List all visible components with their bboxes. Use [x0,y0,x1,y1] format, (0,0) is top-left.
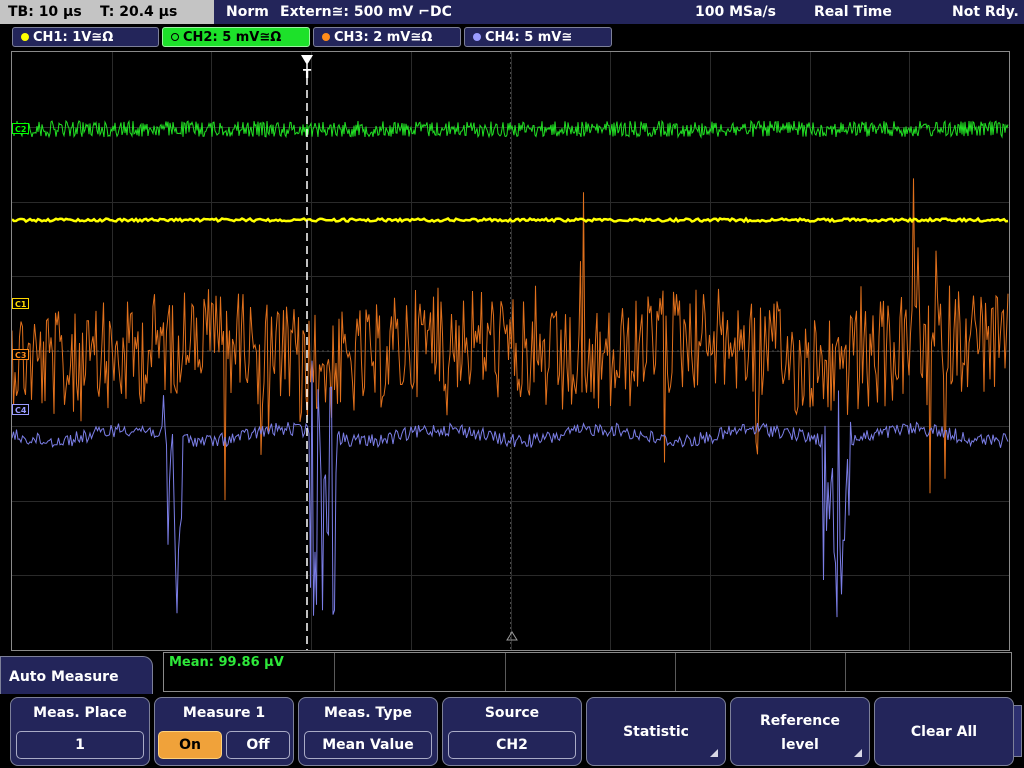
statistic-label: Statistic [623,724,689,740]
measurement-cell-4 [675,653,846,691]
meas-type-label: Meas. Type [324,705,412,721]
reference-level-label-line2: level [781,737,819,753]
channel-4-dot-icon [473,33,481,41]
channel-2-label: CH2: 5 mV≅Ω [183,30,282,45]
source-key[interactable]: Source CH2 [442,697,582,766]
measure-1-label: Measure 1 [182,705,266,721]
channel-1-level-marker[interactable]: C1 [12,298,30,309]
channel-2-level-marker[interactable]: C2 [12,123,30,134]
measurement-cell-5 [845,653,1011,691]
channel-2-button[interactable]: CH2: 5 mV≅Ω [162,27,310,47]
trigger-time-label: T: 20.4 µs [100,4,178,20]
waveform-display[interactable]: T C2 C1 C3 C4 [11,51,1010,651]
timebase-box[interactable]: TB: 10 µs T: 20.4 µs [0,0,214,24]
acquisition-mode: Real Time [814,4,892,20]
source-value[interactable]: CH2 [448,731,576,759]
reference-level-key[interactable]: Reference level [730,697,870,766]
channel-2-dot-icon [171,33,179,41]
channel-3-level-marker[interactable]: C3 [12,349,30,360]
measure-1-off-button[interactable]: Off [226,731,290,759]
waveform-canvas: T [12,52,1009,650]
meas-place-label: Meas. Place [33,705,127,721]
source-label: Source [484,705,540,721]
channel-4-label: CH4: 5 mV≅ [485,30,573,45]
channel-1-button[interactable]: CH1: 1V≅Ω [12,27,159,47]
meas-type-key[interactable]: Meas. Type Mean Value [298,697,438,766]
channel-3-button[interactable]: CH3: 2 mV≅Ω [313,27,461,47]
timebase-label: TB: 10 µs [8,4,82,20]
channel-3-label: CH3: 2 mV≅Ω [334,30,433,45]
clear-all-key[interactable]: Clear All [874,697,1014,766]
channel-1-trace [12,216,1009,224]
meas-place-value[interactable]: 1 [16,731,144,759]
channel-3-trace [12,178,1009,501]
channel-4-level-marker[interactable]: C4 [12,404,30,415]
measurement-cell-3 [505,653,676,691]
channel-4-button[interactable]: CH4: 5 mV≅ [464,27,612,47]
trigger-source[interactable]: Extern≅: 500 mV ⌐DC [280,0,452,24]
meas-type-value[interactable]: Mean Value [304,731,432,759]
reference-level-label-line1: Reference [759,713,841,729]
sample-rate: 100 MSa/s [695,4,777,20]
measure-1-on-button[interactable]: On [158,731,222,759]
trigger-marker-label: T [303,67,312,81]
trigger-mode[interactable]: Norm [226,0,269,24]
menu-title: Auto Measure [0,656,153,696]
statistic-key[interactable]: Statistic [586,697,726,766]
measurement-result-bar: Mean: 99.86 µV [163,652,1012,692]
meas-place-key[interactable]: Meas. Place 1 [10,697,150,766]
submenu-corner-icon [854,749,862,757]
menu-scroll-handle[interactable] [1013,705,1022,757]
measure-1-key[interactable]: Measure 1 On Off [154,697,294,766]
acquisition-state: Not Rdy. [952,4,1019,20]
measurement-cell-2 [334,653,506,691]
channel-3-dot-icon [322,33,330,41]
submenu-corner-icon [710,749,718,757]
channel-1-label: CH1: 1V≅Ω [33,30,114,45]
clear-all-label: Clear All [910,724,978,740]
measurement-mean-value: Mean: 99.86 µV [169,655,284,670]
channel-1-dot-icon [21,33,29,41]
